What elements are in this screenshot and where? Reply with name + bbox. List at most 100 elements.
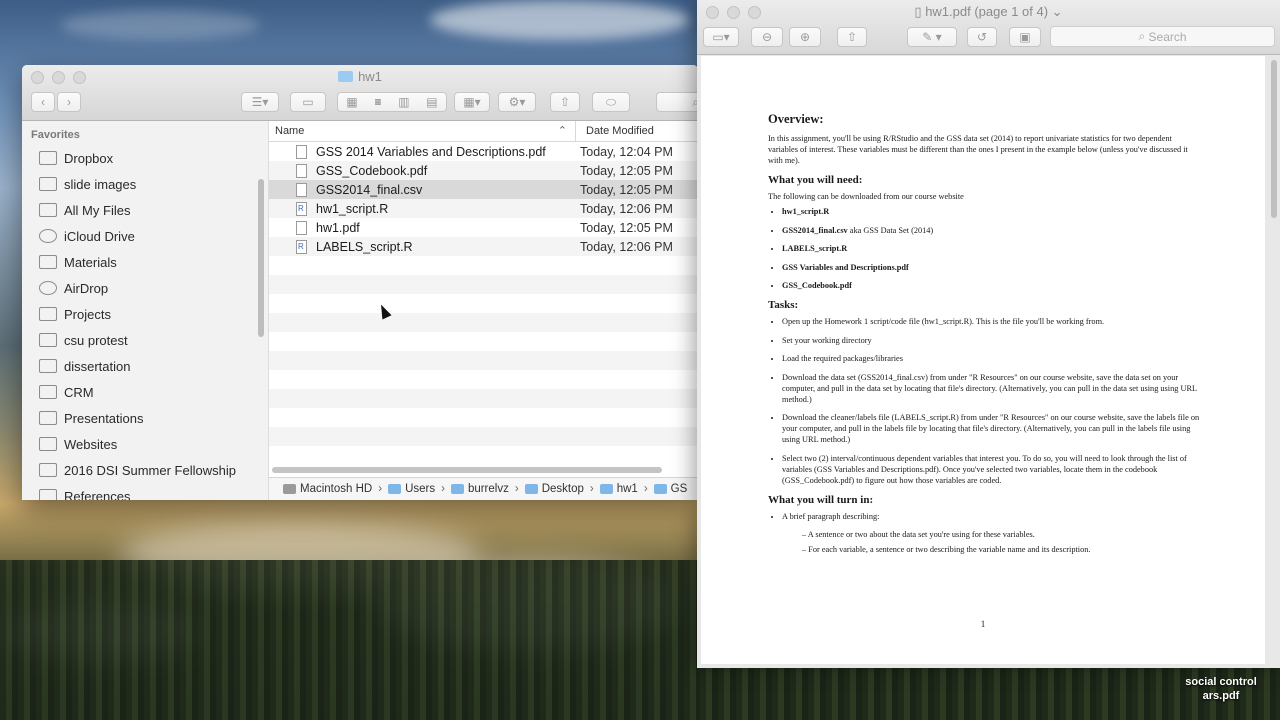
sidebar-item[interactable]: dissertation (22, 353, 268, 379)
sidebar-item[interactable]: References (22, 483, 268, 500)
name-column-header[interactable]: Name ⌃ (269, 121, 576, 141)
path-separator-icon: › (441, 483, 445, 495)
sidebar-item-label: Websites (64, 436, 118, 452)
back-button[interactable]: ‹ (31, 92, 55, 112)
sidebar-item[interactable]: Projects (22, 301, 268, 327)
pen-icon: ✎ ▾ (922, 30, 942, 44)
sidebar-item-label: csu protest (64, 332, 128, 348)
empty-row (269, 370, 698, 389)
pdf-file-icon (296, 144, 307, 159)
file-name-cell: LABELS_script.R (269, 239, 569, 254)
sidebar-item[interactable]: csu protest (22, 327, 268, 353)
icon-view-icon[interactable]: ▦ (346, 95, 357, 109)
search-input[interactable]: ⌕ Search (1050, 26, 1275, 47)
sidebar-item[interactable]: CRM (22, 379, 268, 405)
sidebar-item[interactable]: Presentations (22, 405, 268, 431)
folder-icon (39, 307, 57, 321)
sidebar-icon: ▭▾ (712, 30, 730, 44)
search-field[interactable]: ⌕ (656, 92, 698, 112)
page-number: 1 (980, 619, 986, 629)
rotate-button[interactable]: ↺ (967, 27, 997, 47)
view-mode-control[interactable]: ▦ ≡ ▥ ▤ (337, 92, 447, 112)
list-item: GSS_Codebook.pdf (782, 280, 1203, 291)
gear-icon: ⚙▾ (508, 95, 526, 109)
pdf-file-icon: ▯ (914, 4, 926, 19)
list-item: hw1_script.R (782, 206, 1203, 217)
folder-icon (450, 484, 464, 494)
markup-button[interactable]: ✎ ▾ (907, 27, 957, 47)
sidebar-item-label: iCloud Drive (64, 228, 135, 244)
preview-scrollbar[interactable] (1271, 60, 1277, 218)
finder-window[interactable]: hw1 ‹ › ☰▾ ▭ ▦ ≡ ▥ ▤ ▦▾ ⚙▾ ⇧ ⬭ ⌕ Favorit… (22, 65, 698, 500)
sidebar-item[interactable]: slide images (22, 171, 268, 197)
file-row[interactable]: hw1_script.R Today, 12:06 PM (269, 199, 698, 218)
turnin-list: A brief paragraph describing: A sentence… (768, 511, 1203, 555)
r-file-icon (296, 201, 307, 216)
file-row[interactable]: GSS 2014 Variables and Descriptions.pdf T… (269, 142, 698, 161)
forward-button[interactable]: › (57, 92, 81, 112)
share-button[interactable]: ⇧ (837, 27, 867, 47)
new-folder-button[interactable]: ▭ (290, 92, 326, 112)
airdrop-icon (39, 281, 57, 295)
path-segment[interactable]: GS (653, 483, 687, 495)
sidebar-item[interactable]: Websites (22, 431, 268, 457)
list-item: Select two (2) interval/continuous depen… (782, 453, 1203, 486)
file-name: GSS_Codebook.pdf (316, 163, 428, 178)
sidebar-item-label: Projects (64, 306, 111, 322)
chevron-down-icon[interactable]: ⌄ (1048, 4, 1063, 19)
sidebar-item[interactable]: All My Files (22, 197, 268, 223)
overview-text: In this assignment, you'll be using R/RS… (768, 134, 1188, 165)
horizontal-scrollbar[interactable] (272, 467, 662, 473)
sidebar-item[interactable]: AirDrop (22, 275, 268, 301)
view-options-button[interactable]: ☰▾ (241, 92, 279, 112)
sidebar-item[interactable]: Materials (22, 249, 268, 275)
desktop-file[interactable]: social control ars.pdf (1176, 675, 1266, 703)
sidebar-item-label: Materials (64, 254, 117, 270)
path-separator-icon: › (589, 483, 594, 495)
sidebar-toggle-button[interactable]: ▭▾ (703, 27, 739, 47)
new-folder-icon: ▭ (302, 95, 314, 109)
list-item: GSS Variables and Descriptions.pdf (782, 262, 1203, 273)
file-date: Today, 12:04 PM (580, 144, 673, 159)
path-segment[interactable]: burrelvz (450, 483, 509, 495)
sidebar-item[interactable]: Dropbox (22, 145, 268, 171)
list-view-icon[interactable]: ≡ (374, 95, 381, 109)
share-button[interactable]: ⇧ (550, 92, 580, 112)
file-row[interactable]: hw1.pdf Today, 12:05 PM (269, 218, 698, 237)
arrange-icon: ▦▾ (463, 95, 481, 109)
tags-button[interactable]: ⬭ (592, 92, 630, 112)
action-button[interactable]: ⚙▾ (498, 92, 536, 112)
path-segment[interactable]: hw1 (599, 483, 638, 495)
preview-window[interactable]: ▯ hw1.pdf (page 1 of 4) ⌄ ▭▾ ⊖ ⊕ ⇧ ✎ ▾ ↺… (697, 0, 1280, 668)
file-name: hw1_script.R (316, 201, 389, 216)
path-segment[interactable]: Desktop (524, 483, 584, 495)
path-separator-icon: › (514, 483, 519, 495)
file-row[interactable]: LABELS_script.R Today, 12:06 PM (269, 237, 698, 256)
file-row[interactable]: GSS2014_final.csv Today, 12:05 PM (269, 180, 698, 199)
tasks-list: Open up the Homework 1 script/code file … (768, 316, 1203, 486)
sidebar-item[interactable]: iCloud Drive (22, 223, 268, 249)
date-column-header[interactable]: Date Modified (576, 125, 654, 137)
path-segment[interactable]: Macintosh HD (283, 483, 372, 495)
path-segment[interactable]: Users (388, 483, 435, 495)
zoom-out-button[interactable]: ⊖ (751, 27, 783, 47)
cover-flow-icon[interactable]: ▤ (426, 95, 437, 109)
list-item: A sentence or two about the data set you… (802, 529, 1203, 540)
window-title: ▯ hw1.pdf (page 1 of 4) ⌄ (914, 4, 1063, 19)
pdf-file-icon (296, 163, 307, 178)
folder-icon (39, 463, 57, 477)
sidebar-item[interactable]: 2016 DSI Summer Fellowship (22, 457, 268, 483)
empty-row (269, 294, 698, 313)
toolbox-button[interactable]: ▣ (1009, 27, 1041, 47)
file-row[interactable]: GSS_Codebook.pdf Today, 12:05 PM (269, 161, 698, 180)
zoom-in-button[interactable]: ⊕ (789, 27, 821, 47)
chevron-left-icon: ‹ (41, 95, 45, 109)
file-name-cell: hw1.pdf (269, 220, 569, 235)
sidebar-scrollbar[interactable] (258, 179, 264, 337)
column-view-icon[interactable]: ▥ (398, 95, 409, 109)
arrange-button[interactable]: ▦▾ (454, 92, 490, 112)
list-item: GSS2014_final.csv aka GSS Data Set (2014… (782, 225, 1203, 236)
folder-icon (524, 484, 538, 494)
file-name-cell: GSS_Codebook.pdf (269, 163, 569, 178)
list-options-icon: ☰▾ (251, 95, 269, 109)
